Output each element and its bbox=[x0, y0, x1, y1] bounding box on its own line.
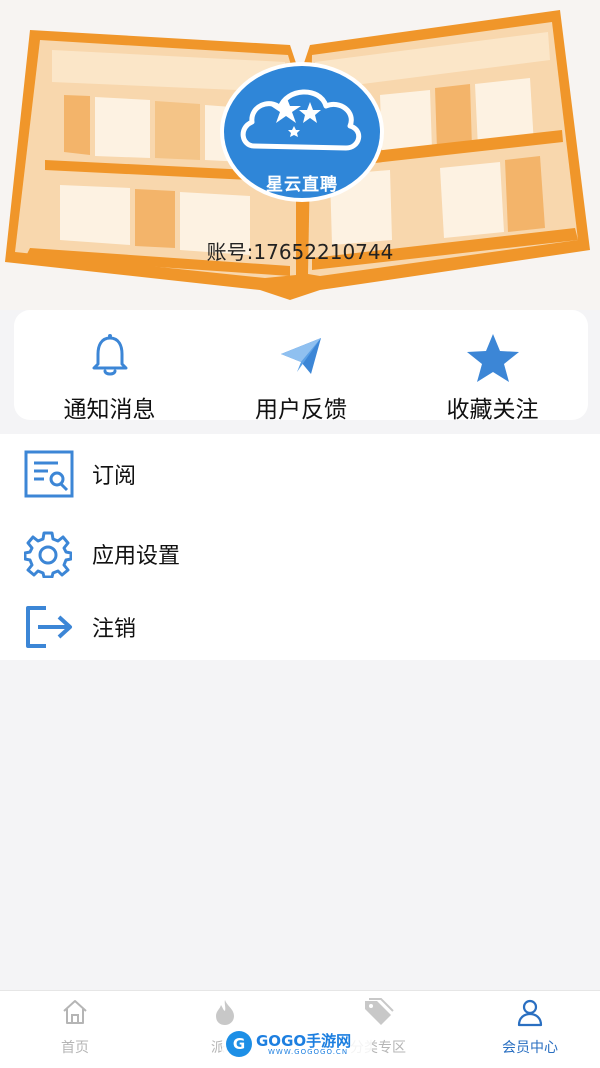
bell-icon bbox=[92, 334, 127, 376]
tag-icon bbox=[365, 998, 394, 1025]
star-icon bbox=[466, 334, 519, 382]
favorites-follow-button[interactable]: 收藏关注 bbox=[397, 310, 588, 423]
watermark-url: WWW.GOGOGO.CN bbox=[268, 1048, 349, 1056]
menu-item-logout-label: 注销 bbox=[92, 617, 137, 642]
subscribe-document-icon bbox=[24, 450, 74, 498]
menu-item-app-settings-label: 应用设置 bbox=[92, 544, 181, 569]
status-bar bbox=[0, 0, 600, 10]
nav-tab-home[interactable]: 首页 bbox=[0, 991, 150, 1068]
nav-tab-home-label: 首页 bbox=[61, 1040, 89, 1056]
site-watermark: G GOGO手游网 WWW.GOGOGO.CN bbox=[222, 1027, 372, 1061]
app-logo-text: 星云直聘 bbox=[266, 175, 338, 195]
quick-actions-card: 通知消息 用户反馈 收藏关注 bbox=[14, 310, 588, 423]
paper-plane-icon bbox=[281, 338, 321, 374]
settings-menu: 订阅 应用设置 注销 bbox=[0, 434, 600, 660]
user-feedback-button[interactable]: 用户反馈 bbox=[206, 310, 397, 423]
notification-messages-button[interactable]: 通知消息 bbox=[14, 310, 205, 423]
watermark-logo-icon: G bbox=[226, 1031, 252, 1057]
person-icon bbox=[517, 999, 543, 1027]
account-number: 账号:17652210744 bbox=[206, 240, 394, 264]
user-feedback-label: 用户反馈 bbox=[255, 397, 347, 423]
flame-icon bbox=[216, 1000, 234, 1025]
logout-icon bbox=[26, 606, 72, 648]
nav-tab-member-center[interactable]: 会员中心 bbox=[455, 991, 600, 1068]
profile-header: 星云直聘 账号:17652210744 bbox=[0, 0, 600, 310]
nav-tab-member-center-label: 会员中心 bbox=[502, 1040, 558, 1056]
menu-item-app-settings[interactable]: 应用设置 bbox=[0, 519, 600, 589]
menu-item-logout[interactable]: 注销 bbox=[0, 592, 600, 662]
notification-messages-label: 通知消息 bbox=[63, 397, 156, 423]
gear-icon bbox=[24, 531, 72, 578]
menu-item-subscribe-label: 订阅 bbox=[92, 464, 137, 489]
home-icon bbox=[63, 1000, 87, 1024]
favorites-follow-label: 收藏关注 bbox=[446, 397, 539, 423]
menu-item-subscribe[interactable]: 订阅 bbox=[0, 439, 600, 509]
